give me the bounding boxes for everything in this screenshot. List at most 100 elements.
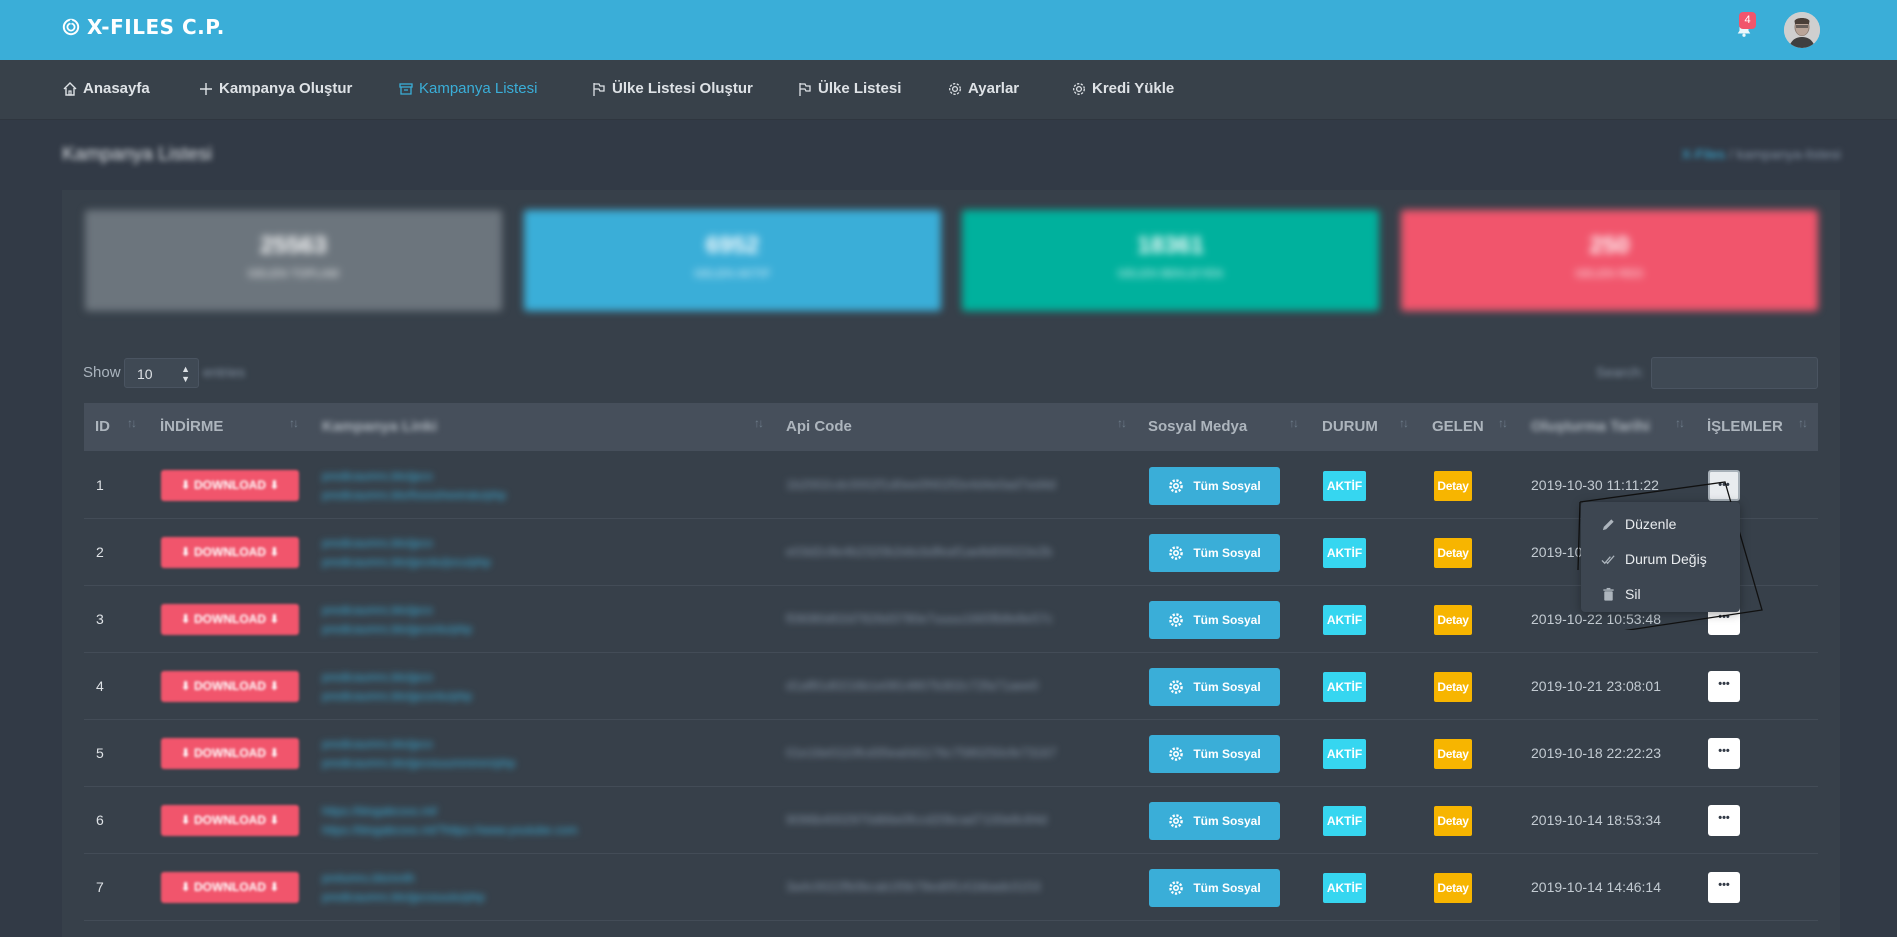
row-id: 6 — [96, 812, 104, 828]
campaign-link-line[interactable]: predicaumrs.blo/jpco — [322, 534, 491, 553]
detail-button[interactable]: Detay — [1434, 873, 1472, 903]
sort-icon[interactable]: ↑↓ — [1798, 416, 1808, 430]
row-actions-button[interactable]: ••• — [1708, 805, 1740, 836]
social-media-button[interactable]: Tüm Sosyal — [1149, 869, 1280, 907]
page-size-select[interactable]: 10 ▲ ▼ — [124, 358, 199, 388]
nav-item-kampanya-listesi[interactable]: Kampanya Listesi — [398, 80, 537, 97]
nav-item-ulke-listesi-olustur[interactable]: Ülke Listesi Oluştur — [591, 80, 753, 97]
download-button[interactable]: ⬇ DOWNLOAD ⬇ — [161, 470, 299, 501]
row-actions-button[interactable]: ••• — [1708, 671, 1740, 702]
table-row: 2 ⬇ DOWNLOAD ⬇ predicaumrs.blo/jpco predica… — [84, 519, 1818, 586]
download-button[interactable]: ⬇ DOWNLOAD ⬇ — [161, 872, 299, 903]
sort-icon[interactable]: ↑↓ — [1289, 416, 1299, 430]
status-badge[interactable]: AKTİF — [1323, 605, 1366, 635]
stat-label: Gelen Toplam — [247, 268, 340, 280]
gear-icon — [1169, 546, 1184, 560]
social-media-button[interactable]: Tüm Sosyal — [1149, 534, 1280, 572]
row-actions-button[interactable]: ••• — [1708, 470, 1740, 501]
social-media-button[interactable]: Tüm Sosyal — [1149, 735, 1280, 773]
campaign-link-line[interactable]: predicaumrs.blo/jpco — [322, 467, 506, 486]
sort-icon[interactable]: ↑↓ — [1117, 416, 1127, 430]
campaign-link-line[interactable]: predicaumrs.blo/jpcosuulu/php — [322, 888, 485, 907]
row-actions-button[interactable]: ••• — [1708, 738, 1740, 769]
nav-item-kredi-yukle[interactable]: Kredi Yükle — [1071, 80, 1174, 97]
row-id: 2 — [96, 544, 104, 560]
gear-icon — [1169, 881, 1184, 895]
dropdown-item-duzenle[interactable]: Düzenle — [1601, 516, 1676, 532]
campaign-link-line[interactable]: predicaumrs.blo/jpcolu/jocu/php — [322, 553, 491, 572]
status-badge[interactable]: AKTİF — [1323, 806, 1366, 836]
status-badge[interactable]: AKTİF — [1323, 471, 1366, 501]
search-input[interactable] — [1651, 357, 1818, 389]
gear-icon — [949, 82, 961, 95]
column-header-indirme[interactable]: İNDİRME — [160, 418, 223, 435]
nav-item-ulke-listesi[interactable]: Ülke Listesi — [797, 80, 901, 97]
detail-button[interactable]: Detay — [1434, 605, 1472, 635]
sort-icon[interactable]: ↑↓ — [754, 416, 764, 430]
status-badge[interactable]: AKTİF — [1323, 873, 1366, 903]
download-button[interactable]: ⬇ DOWNLOAD ⬇ — [161, 738, 299, 769]
sort-icon[interactable]: ↑↓ — [1675, 416, 1685, 430]
column-header-islemler[interactable]: İŞLEMLER — [1707, 418, 1783, 435]
dropdown-item-durum-degis[interactable]: Durum Değiş — [1601, 551, 1707, 567]
sort-icon[interactable]: ↑↓ — [1399, 416, 1409, 430]
sort-icon[interactable]: ↑↓ — [289, 416, 299, 430]
download-arrow-icon: ⬇ — [266, 612, 280, 626]
campaign-link-line[interactable]: predicaumrs.blo/jpco — [322, 735, 515, 754]
campaign-link-line[interactable]: https://blogabcxxx.ml/ — [322, 802, 577, 821]
campaign-link[interactable]: predicaumrs.blo/jpco predicaumrs.blo/jpco… — [322, 668, 472, 706]
column-header-id[interactable]: ID — [95, 418, 110, 435]
api-code: 9096b4002970d66e0fccd20bcad7100e8c84d — [786, 812, 1047, 827]
campaign-link-line[interactable]: https://blogabcxxx.ml/?https://www.youtu… — [322, 821, 577, 840]
campaign-link[interactable]: predicaumrs.blo/jpco predicaumrs.blo/fooo… — [322, 467, 506, 505]
nav-item-kampanya-olustur[interactable]: Kampanya Oluştur — [198, 80, 352, 97]
sort-icon[interactable]: ↑↓ — [127, 416, 137, 430]
detail-button[interactable]: Detay — [1434, 538, 1472, 568]
detail-button[interactable]: Detay — [1434, 471, 1472, 501]
brand-logo[interactable]: X-FILES C.P. — [62, 15, 225, 39]
notification-badge: 4 — [1739, 12, 1756, 29]
column-header-durum[interactable]: DURUM — [1322, 418, 1378, 435]
campaign-link[interactable]: predicaumrs.blo/jpco predicaumrs.blo/jpco… — [322, 601, 472, 639]
campaign-link[interactable]: prelumru.blo/onlh predicaumrs.blo/jpcosuu… — [322, 869, 485, 907]
detail-button[interactable]: Detay — [1434, 739, 1472, 769]
campaign-link-line[interactable]: predicaumrs.blo/jpcosuummmm/php — [322, 754, 515, 773]
detail-button[interactable]: Detay — [1434, 672, 1472, 702]
download-button[interactable]: ⬇ DOWNLOAD ⬇ — [161, 671, 299, 702]
detail-button[interactable]: Detay — [1434, 806, 1472, 836]
breadcrumb-link-home[interactable]: X-Files — [1682, 146, 1726, 162]
campaign-link-line[interactable]: predicaumrs.blo/jpconlu/php — [322, 687, 472, 706]
column-header-kampanya-linki[interactable]: Kampanya Linki — [322, 418, 437, 435]
campaign-link[interactable]: https://blogabcxxx.ml/https://blogabcxxx… — [322, 802, 577, 840]
api-code: e03d2c8e4b2320b2ebcbdfeaf1ae8d00022e2b — [786, 544, 1053, 559]
column-header-gelen[interactable]: GELEN — [1432, 418, 1484, 435]
flag-icon — [799, 82, 811, 96]
api-code: f09080d02d7826d3780e7uuuu1665fb8e8e57c — [786, 611, 1053, 626]
download-button[interactable]: ⬇ DOWNLOAD ⬇ — [161, 604, 299, 635]
status-badge[interactable]: AKTİF — [1323, 672, 1366, 702]
sort-icon[interactable]: ↑↓ — [1498, 416, 1508, 430]
social-media-button[interactable]: Tüm Sosyal — [1149, 668, 1280, 706]
social-media-button[interactable]: Tüm Sosyal — [1149, 802, 1280, 840]
column-header-olusturma-tarihi[interactable]: Oluşturma Tarihi — [1531, 418, 1650, 435]
download-button[interactable]: ⬇ DOWNLOAD ⬇ — [161, 537, 299, 568]
status-badge[interactable]: AKTİF — [1323, 739, 1366, 769]
nav-item-anasayfa[interactable]: Anasayfa — [62, 80, 150, 97]
campaign-link-line[interactable]: predicaumrs.blo/fooosheeiralu/php — [322, 486, 506, 505]
status-badge[interactable]: AKTİF — [1323, 538, 1366, 568]
avatar[interactable] — [1784, 12, 1820, 48]
social-media-button[interactable]: Tüm Sosyal — [1149, 467, 1280, 505]
campaign-link-line[interactable]: predicaumrs.blo/jpco — [322, 601, 472, 620]
campaign-link[interactable]: predicaumrs.blo/jpco predicaumrs.blo/jpco… — [322, 735, 515, 773]
campaign-link-line[interactable]: predicaumrs.blo/jpconlu/php — [322, 620, 472, 639]
campaign-link[interactable]: predicaumrs.blo/jpco predicaumrs.blo/jpco… — [322, 534, 491, 572]
column-header-api-code[interactable]: Api Code — [786, 418, 852, 435]
campaign-link-line[interactable]: predicaumrs.blo/jpco — [322, 668, 472, 687]
column-header-sosyal-medya[interactable]: Sosyal Medya — [1148, 418, 1247, 435]
dropdown-item-sil[interactable]: Sil — [1601, 586, 1641, 602]
download-button[interactable]: ⬇ DOWNLOAD ⬇ — [161, 805, 299, 836]
row-actions-button[interactable]: ••• — [1708, 872, 1740, 903]
social-media-button[interactable]: Tüm Sosyal — [1149, 601, 1280, 639]
campaign-link-line[interactable]: prelumru.blo/onlh — [322, 869, 485, 888]
nav-item-ayarlar[interactable]: Ayarlar — [947, 80, 1019, 97]
